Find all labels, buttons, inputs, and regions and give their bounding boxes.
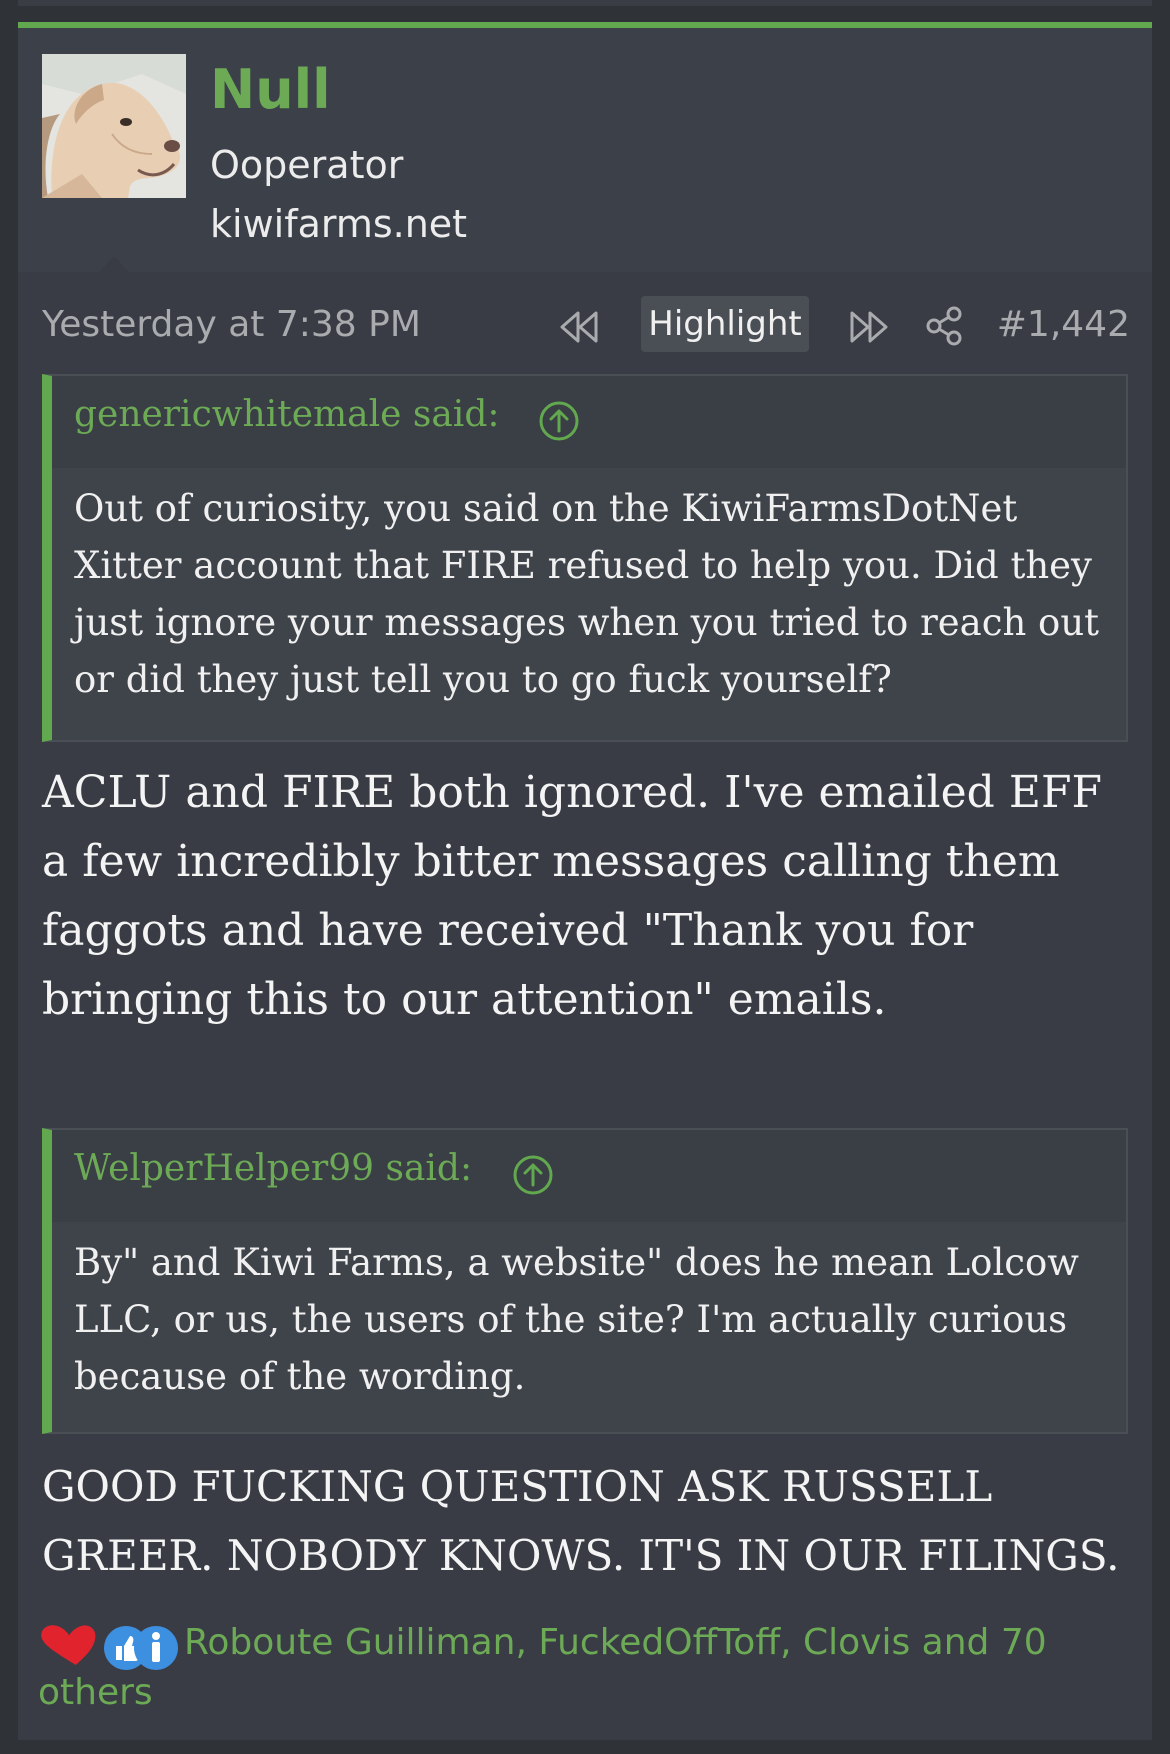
quote-author[interactable]: WelperHelper99 said: (74, 1148, 472, 1189)
fast-forward-icon[interactable] (848, 310, 890, 348)
reply-text: ACLU and FIRE both ignored. I've emailed… (42, 767, 1102, 1025)
rewind-icon[interactable] (558, 310, 600, 348)
user-banner: kiwifarms.net (210, 202, 468, 246)
post-timestamp[interactable]: Yesterday at 7:38 PM (42, 304, 421, 345)
jump-up-arrow-icon[interactable] (538, 400, 580, 446)
post-meta-bar: Yesterday at 7:38 PM Highlight #1,442 (18, 296, 1152, 356)
quote-header: WelperHelper99 said: (52, 1130, 1126, 1222)
user-title: Ooperator (210, 143, 404, 187)
quote-block: genericwhitemale said: Out of curiosity,… (42, 374, 1128, 742)
quote-header: genericwhitemale said: (52, 376, 1126, 468)
reply-text: GOOD FUCKING QUESTION ASK RUSSELL GREER.… (42, 1462, 1120, 1580)
quote-author[interactable]: genericwhitemale said: (74, 394, 500, 435)
quote-block: WelperHelper99 said: By" and Kiwi Farms,… (42, 1128, 1128, 1434)
forum-post: Null Ooperator kiwifarms.net Yesterday a… (18, 22, 1152, 1740)
dog-avatar-illustration (42, 54, 186, 198)
quote-text: Out of curiosity, you said on the KiwiFa… (74, 487, 1100, 701)
quote-text: By" and Kiwi Farms, a website" does he m… (74, 1241, 1079, 1398)
jump-up-arrow-icon[interactable] (512, 1154, 554, 1200)
share-icon[interactable] (926, 306, 964, 350)
post-number[interactable]: #1,442 (997, 304, 1130, 345)
previous-post-edge (18, 0, 1152, 6)
avatar[interactable] (42, 54, 186, 198)
author-caret (98, 256, 130, 273)
highlight-button[interactable]: Highlight (641, 296, 809, 352)
post-author-block: Null Ooperator kiwifarms.net (18, 28, 1152, 273)
username[interactable]: Null (210, 58, 331, 121)
reactors-list[interactable]: Roboute Guilliman, FuckedOffToff, Clovis… (38, 1618, 1128, 1718)
